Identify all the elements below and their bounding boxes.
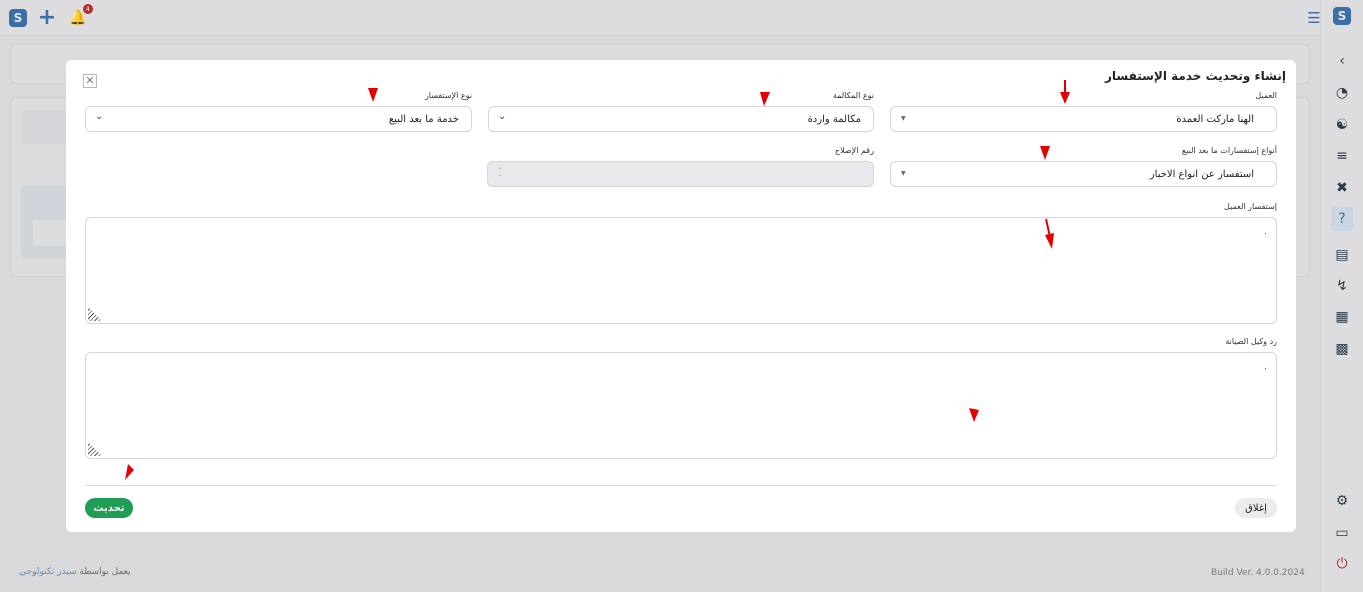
after-sales-types-select[interactable]: استفسار عن انواع الاحبار ▼: [890, 161, 1277, 187]
customer-select[interactable]: الهنا ماركت العمدة ▼: [890, 106, 1277, 132]
hierarchy-icon[interactable]: ▦: [1332, 307, 1352, 327]
customer-label: العميل: [1255, 91, 1277, 100]
resize-handle-icon[interactable]: [88, 307, 102, 321]
call-type-select[interactable]: مكالمة واردة ⌄: [488, 106, 874, 132]
inquiry-modal: إنشاء وتحديث خدمة الإستفسار ✕ العميل نوع…: [66, 60, 1296, 532]
footer-divider: [85, 485, 1277, 486]
build-version: Build Ver. 4.0.0.2024: [1211, 568, 1305, 578]
close-icon[interactable]: ✕: [83, 74, 97, 88]
window-icon[interactable]: ▭: [1332, 523, 1352, 543]
powered-by-footer: يعمل بواسطة سيدر تكنولوجي: [19, 567, 131, 577]
caret-down-icon: ▼: [901, 115, 906, 122]
customer-inquiry-label: إستفسار العميل: [1224, 202, 1277, 211]
caret-down-icon: ▼: [901, 170, 906, 177]
plus-icon[interactable]: +: [37, 7, 57, 29]
resize-handle-icon[interactable]: [88, 442, 102, 456]
agent-reply-value: .: [1264, 362, 1267, 372]
brand-link[interactable]: سيدر تكنولوجي: [19, 567, 77, 577]
list-icon[interactable]: ≡: [1332, 146, 1352, 166]
bell-icon[interactable]: 🔔 4: [68, 4, 93, 28]
bar-chart-icon[interactable]: ▩: [1332, 339, 1352, 359]
annotation-arrow-icon: [125, 464, 134, 480]
annotation-arrow-icon: [760, 92, 770, 106]
modal-title: إنشاء وتحديث خدمة الإستفسار: [1104, 69, 1286, 83]
settings-icon[interactable]: ⚙: [1332, 491, 1352, 511]
route-icon[interactable]: ↯: [1332, 276, 1352, 296]
annotation-arrow-icon: [368, 88, 378, 102]
agent-reply-textarea[interactable]: .: [85, 352, 1277, 459]
power-icon[interactable]: ⏻: [1332, 554, 1352, 574]
annotation-arrow-icon: [1045, 218, 1054, 249]
call-type-select-value: مكالمة واردة: [807, 114, 861, 125]
repair-number-input: ˆˇ: [487, 161, 874, 187]
annotation-arrow-icon: [969, 408, 979, 422]
users-icon[interactable]: ☯: [1332, 115, 1352, 135]
inquiry-type-select-value: خدمة ما بعد البيع: [388, 114, 459, 125]
customer-select-value: الهنا ماركت العمدة: [1176, 114, 1254, 125]
notification-badge: 4: [82, 4, 93, 14]
inquiry-type-select[interactable]: خدمة ما بعد البيع ⌄: [85, 106, 472, 132]
update-button[interactable]: تحديث: [85, 498, 133, 518]
chevron-down-icon: ⌄: [95, 111, 104, 122]
agent-reply-label: رد وكيل الصيانة: [1225, 337, 1277, 346]
inquiry-type-label: نوع الإستفسار: [424, 91, 472, 100]
spinner-icon: ˆˇ: [498, 167, 502, 183]
annotation-arrow-icon: [1060, 80, 1070, 104]
chevron-down-icon: ⌄: [498, 111, 507, 122]
repair-number-label: رقم الإصلاح: [834, 146, 874, 155]
question-icon[interactable]: ?: [1331, 207, 1353, 231]
sidebar: S ‹ ◔ ☯ ≡ ✖ ? ▤ ↯ ▦ ▩ ⚙ ▭ ⏻: [1320, 0, 1363, 592]
dashboard-icon[interactable]: ◔: [1332, 83, 1352, 103]
chevron-left-icon[interactable]: ‹: [1332, 51, 1352, 71]
annotation-arrow-icon: [1040, 146, 1050, 160]
customer-inquiry-value: .: [1264, 227, 1267, 237]
call-type-label: نوع المكالمة: [832, 91, 874, 100]
top-bar: S + 🔔 4 ☰: [0, 0, 1321, 36]
document-icon[interactable]: ▤: [1332, 245, 1352, 265]
tools-icon[interactable]: ✖: [1332, 178, 1352, 198]
app-logo-icon[interactable]: S: [1332, 6, 1352, 26]
after-sales-types-select-value: استفسار عن انواع الاحبار: [1149, 169, 1254, 180]
powered-by-text: يعمل بواسطة: [79, 567, 131, 577]
after-sales-types-label: أنواع إستفسارات ما بعد البيع: [1181, 146, 1277, 155]
customer-inquiry-textarea[interactable]: .: [85, 217, 1277, 324]
close-button[interactable]: إغلاق: [1235, 498, 1277, 518]
app-logo-icon[interactable]: S: [8, 8, 28, 28]
